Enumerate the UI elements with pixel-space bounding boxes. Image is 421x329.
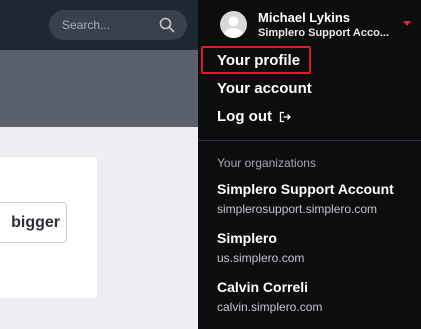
current-organization: Simplero Support Acco... bbox=[258, 27, 389, 39]
organization-name[interactable]: Calvin Correli bbox=[217, 279, 308, 295]
organization-url[interactable]: us.simplero.com bbox=[217, 251, 304, 265]
organization-url[interactable]: simplerosupport.simplero.com bbox=[217, 202, 377, 216]
account-dropdown-menu: Michael Lykins Simplero Support Acco... … bbox=[198, 0, 421, 329]
menu-item-log-out[interactable]: Log out bbox=[217, 108, 272, 125]
organization-name[interactable]: Simplero bbox=[217, 230, 277, 246]
menu-item-your-profile[interactable]: Your profile bbox=[217, 52, 300, 69]
search-input[interactable]: Search... bbox=[49, 10, 187, 40]
menu-item-your-account[interactable]: Your account bbox=[217, 80, 312, 97]
user-silhouette-icon bbox=[223, 16, 244, 38]
menu-divider bbox=[198, 140, 421, 141]
bigger-button[interactable]: bigger bbox=[0, 202, 67, 243]
search-icon[interactable] bbox=[159, 17, 175, 33]
organization-url[interactable]: calvin.simplero.com bbox=[217, 300, 322, 314]
organization-name[interactable]: Simplero Support Account bbox=[217, 181, 394, 197]
avatar[interactable] bbox=[220, 11, 247, 38]
user-name: Michael Lykins bbox=[258, 10, 350, 25]
search-placeholder: Search... bbox=[62, 18, 111, 32]
organizations-heading: Your organizations bbox=[217, 156, 316, 170]
logout-icon bbox=[279, 111, 291, 123]
chevron-down-icon[interactable] bbox=[403, 21, 411, 26]
